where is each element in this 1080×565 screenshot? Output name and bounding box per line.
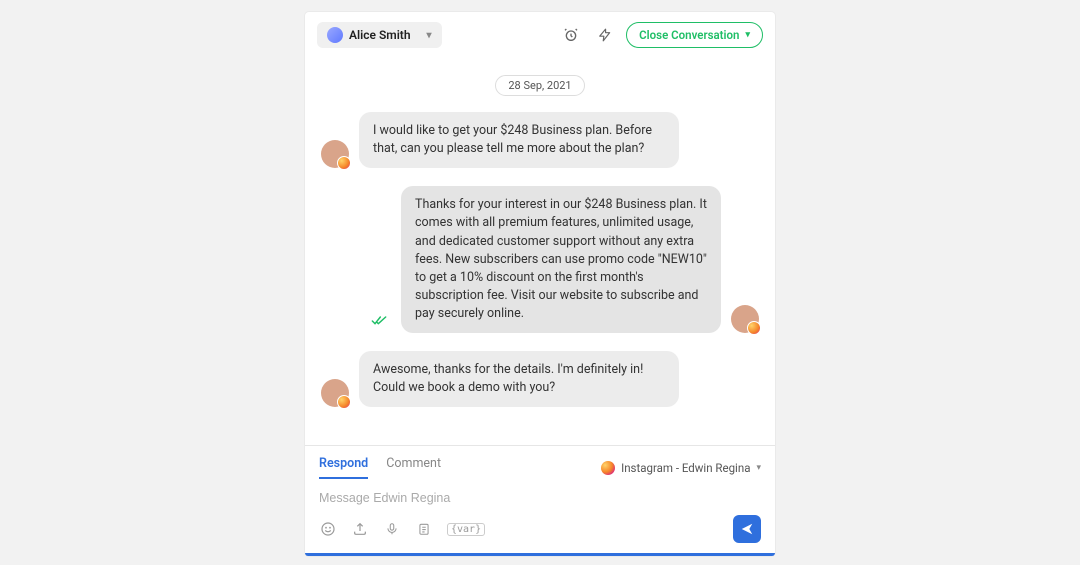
message-row: Thanks for your interest in our $248 Bus… [321, 186, 759, 333]
read-receipt-icon [371, 315, 387, 331]
send-button[interactable] [733, 515, 761, 543]
variables-button[interactable]: {var} [447, 523, 485, 536]
smile-icon [320, 521, 336, 537]
message-input[interactable] [319, 479, 761, 515]
attach-button[interactable] [351, 520, 369, 538]
composer-accent-bar [305, 553, 775, 556]
alarm-clock-icon [563, 27, 579, 43]
voice-button[interactable] [383, 520, 401, 538]
close-conversation-button[interactable]: Close Conversation ▾ [626, 22, 763, 48]
assignee-selector[interactable]: Alice Smith ▾ [317, 22, 442, 48]
instagram-icon [601, 461, 615, 475]
message-row: I would like to get your $248 Business p… [321, 112, 759, 168]
message-composer: Respond Comment Instagram - Edwin Regina… [305, 445, 775, 553]
contact-avatar [321, 379, 349, 407]
composer-tabs: Respond Comment [319, 456, 441, 479]
composer-toolbar: {var} [319, 515, 761, 553]
conversation-header: Alice Smith ▾ Close Conversation ▾ [305, 12, 775, 58]
date-separator: 28 Sep, 2021 [495, 75, 584, 96]
close-conversation-label: Close Conversation [639, 28, 739, 42]
lightning-icon [598, 28, 612, 42]
notes-button[interactable] [415, 520, 433, 538]
assignee-name: Alice Smith [349, 28, 411, 42]
chat-window: Alice Smith ▾ Close Conversation ▾ 28 Se… [305, 12, 775, 556]
channel-label: Instagram - Edwin Regina [621, 461, 750, 475]
clipboard-icon [417, 521, 431, 537]
agent-avatar [731, 305, 759, 333]
message-bubble: Awesome, thanks for the details. I'm def… [359, 351, 679, 407]
message-list: 28 Sep, 2021 I would like to get your $2… [305, 58, 775, 445]
quick-actions-button[interactable] [592, 22, 618, 48]
chevron-down-icon: ▾ [427, 30, 432, 41]
assignee-avatar-icon [327, 27, 343, 43]
message-bubble: I would like to get your $248 Business p… [359, 112, 679, 168]
chevron-down-icon: ▾ [745, 30, 750, 40]
emoji-button[interactable] [319, 520, 337, 538]
message-bubble: Thanks for your interest in our $248 Bus… [401, 186, 721, 333]
microphone-icon [385, 521, 399, 537]
tab-comment[interactable]: Comment [386, 456, 441, 479]
contact-avatar [321, 140, 349, 168]
channel-selector[interactable]: Instagram - Edwin Regina ▾ [601, 461, 761, 475]
chevron-down-icon: ▾ [756, 463, 761, 473]
upload-icon [352, 521, 368, 537]
snooze-button[interactable] [558, 22, 584, 48]
send-icon [740, 522, 754, 536]
message-row: Awesome, thanks for the details. I'm def… [321, 351, 759, 407]
tab-respond[interactable]: Respond [319, 456, 368, 479]
